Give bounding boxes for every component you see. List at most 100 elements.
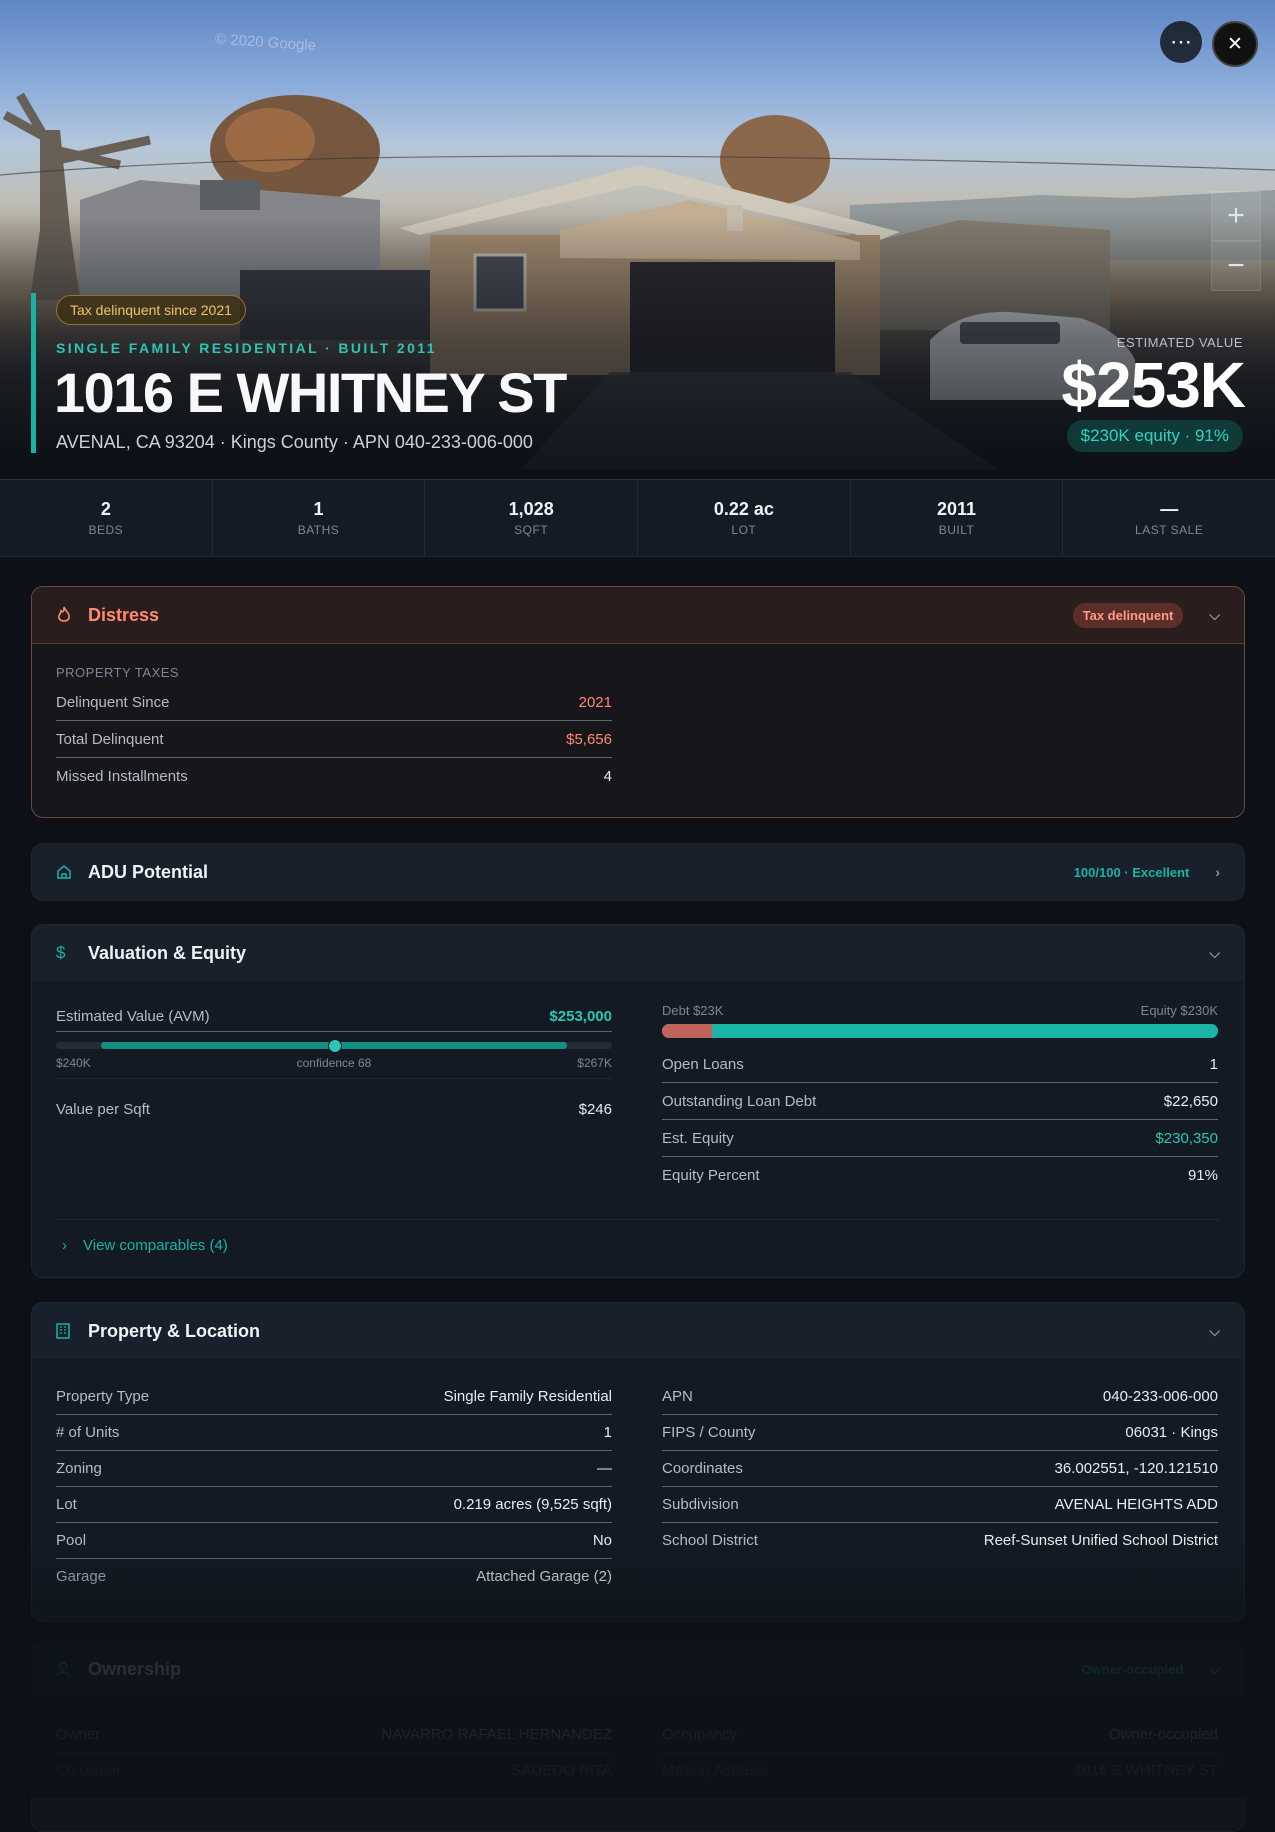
ownership-header[interactable]: Ownership Owner-occupied ⌵ — [32, 1641, 1244, 1697]
row-value: $230,350 — [1155, 1129, 1218, 1147]
table-row: Outstanding Loan Debt $22,650 — [662, 1083, 1218, 1120]
person-icon — [56, 1661, 74, 1677]
close-icon: ✕ — [1227, 33, 1243, 55]
row-value: $5,656 — [566, 730, 612, 748]
chevron-right-icon[interactable]: › — [1215, 864, 1220, 880]
chevron-down-icon[interactable]: ⌵ — [1209, 607, 1220, 624]
table-row: Co-owner SAUEDO RITA — [56, 1753, 612, 1788]
row-value: Single Family Residential — [443, 1388, 612, 1405]
row-label: Co-owner — [56, 1762, 122, 1779]
table-row: Delinquent Since 2021 — [56, 684, 612, 721]
row-label: Outstanding Loan Debt — [662, 1092, 817, 1110]
row-value: $22,650 — [1163, 1092, 1218, 1110]
row-value: 91% — [1187, 1166, 1218, 1184]
property-address: 1016 E WHITNEY ST — [54, 361, 567, 424]
view-comparables-link[interactable]: › View comparables (4) — [62, 1237, 228, 1254]
table-row: Coordinates 36.002551, -120.121510 — [662, 1451, 1218, 1487]
stat-sqft: 1,028 SQFT — [425, 480, 639, 556]
row-value: 040-233-006-000 — [1102, 1388, 1218, 1405]
property-header[interactable]: Property & Location ⌵ — [32, 1303, 1244, 1359]
building-icon — [56, 1323, 74, 1339]
equity-pill: $230K equity · 91% — [1066, 420, 1243, 452]
table-row: Mailing Address 1016 E WHITNEY ST — [662, 1753, 1218, 1788]
table-row: Missed Installments 4 — [56, 758, 612, 794]
adu-potential-card[interactable]: ADU Potential 100/100 · Excellent › — [31, 843, 1245, 901]
row-label: Garage — [56, 1568, 107, 1585]
row-value: AVENAL HEIGHTS ADD — [1054, 1496, 1218, 1513]
row-label: Delinquent Since — [56, 693, 170, 711]
tax-delinquent-pill: Tax delinquent since 2021 — [56, 295, 246, 325]
table-row: Equity Percent 91% — [662, 1157, 1218, 1193]
debt-equity-bar — [662, 1024, 1218, 1038]
row-label: Coordinates — [662, 1460, 743, 1477]
stat-label: SQFT — [514, 523, 549, 537]
owner-occupied-badge: Owner-occupied — [1081, 1661, 1184, 1677]
table-row: Pool No — [56, 1523, 612, 1559]
chevron-down-icon[interactable]: ⌵ — [1209, 1323, 1220, 1340]
ownership-card: Ownership Owner-occupied ⌵ Owner NAVARRO … — [31, 1640, 1245, 1832]
stats-bar: 2 BEDS 1 BATHS 1,028 SQFT 0.22 ac LOT 2011 BU… — [0, 479, 1275, 557]
estimated-value: $253K — [1061, 349, 1246, 421]
row-label: FIPS / County — [662, 1424, 756, 1441]
equity-segment — [712, 1024, 1218, 1038]
row-label: Pool — [56, 1532, 87, 1549]
stat-label: LAST SALE — [1135, 523, 1204, 537]
title-accent-bar — [31, 293, 36, 453]
stat-beds: 2 BEDS — [0, 480, 213, 556]
distress-title: Distress — [88, 604, 160, 625]
chevron-down-icon[interactable]: ⌵ — [1209, 945, 1220, 962]
row-label: Missed Installments — [56, 767, 188, 785]
stat-value: 1 — [313, 499, 324, 519]
table-row: School District Reef-Sunset Unified Schoo… — [662, 1523, 1218, 1558]
row-value: 1016 E WHITNEY ST — [1074, 1762, 1218, 1779]
distress-header[interactable]: Distress Tax delinquent ⌵ — [32, 587, 1244, 644]
valuation-card: $ Valuation & Equity ⌵ Estimated Value (… — [31, 924, 1245, 1278]
chevron-down-icon[interactable]: ⌵ — [1209, 1661, 1220, 1678]
row-value: No — [592, 1532, 612, 1549]
row-value: — — [597, 1460, 612, 1477]
row-label: Est. Equity — [662, 1129, 734, 1147]
stat-label: BEDS — [88, 523, 124, 537]
stat-baths: 1 BATHS — [213, 480, 426, 556]
table-row: APN 040-233-006-000 — [662, 1379, 1218, 1415]
table-row: # of Units 1 — [56, 1415, 612, 1451]
home-icon — [56, 864, 74, 880]
row-label: Total Delinquent — [56, 730, 164, 748]
row-value: SAUEDO RITA — [511, 1762, 612, 1779]
adu-header[interactable]: ADU Potential 100/100 · Excellent › — [32, 844, 1244, 900]
dollar-icon: $ — [56, 943, 66, 962]
valuation-header[interactable]: $ Valuation & Equity ⌵ — [32, 925, 1244, 981]
property-location-card: Property & Location ⌵ Property Type Singl… — [31, 1302, 1245, 1622]
ownership-title: Ownership — [88, 1658, 182, 1679]
adu-title: ADU Potential — [88, 861, 209, 882]
table-row: Subdivision AVENAL HEIGHTS ADD — [662, 1487, 1218, 1523]
row-value: 1 — [1209, 1055, 1218, 1073]
zoom-in-button[interactable]: + — [1211, 191, 1261, 241]
table-row: Total Delinquent $5,656 — [56, 721, 612, 758]
more-options-button[interactable]: ⋯ — [1160, 21, 1202, 63]
minus-icon: − — [1227, 249, 1245, 282]
more-icon: ⋯ — [1170, 29, 1192, 54]
avm-value: $253,000 — [549, 1007, 612, 1025]
vps-label: Value per Sqft — [56, 1100, 150, 1118]
stat-value: 0.22 ac — [713, 499, 774, 519]
row-value: 1 — [603, 1424, 612, 1441]
debt-label: Debt $23K — [662, 1003, 724, 1018]
stat-lot: 0.22 ac LOT — [638, 480, 851, 556]
close-button[interactable]: ✕ — [1212, 21, 1258, 67]
stat-built: 2011 BUILT — [851, 480, 1064, 556]
avm-row: Estimated Value (AVM) $253,000 — [56, 1001, 612, 1032]
value-per-sqft-row: Value per Sqft $246 — [56, 1078, 612, 1139]
avm-range-bar — [56, 1039, 612, 1053]
valuation-title: Valuation & Equity — [88, 942, 247, 963]
row-label: APN — [662, 1388, 693, 1405]
table-row: Owner NAVARRO RAFAEL HERNANDEZ — [56, 1717, 612, 1753]
view-comparables-label: View comparables (4) — [83, 1237, 228, 1254]
plus-icon: + — [1227, 199, 1245, 232]
stat-label: BUILT — [938, 523, 975, 537]
stat-value: 2 — [100, 499, 111, 519]
equity-label: Equity $230K — [1140, 1003, 1218, 1018]
zoom-out-button[interactable]: − — [1211, 241, 1261, 291]
table-row: Occupancy Owner-occupied — [662, 1717, 1218, 1753]
street-view-photo: © 2020 Google ⋯ ✕ + − Tax delinquent sin… — [0, 0, 1275, 478]
